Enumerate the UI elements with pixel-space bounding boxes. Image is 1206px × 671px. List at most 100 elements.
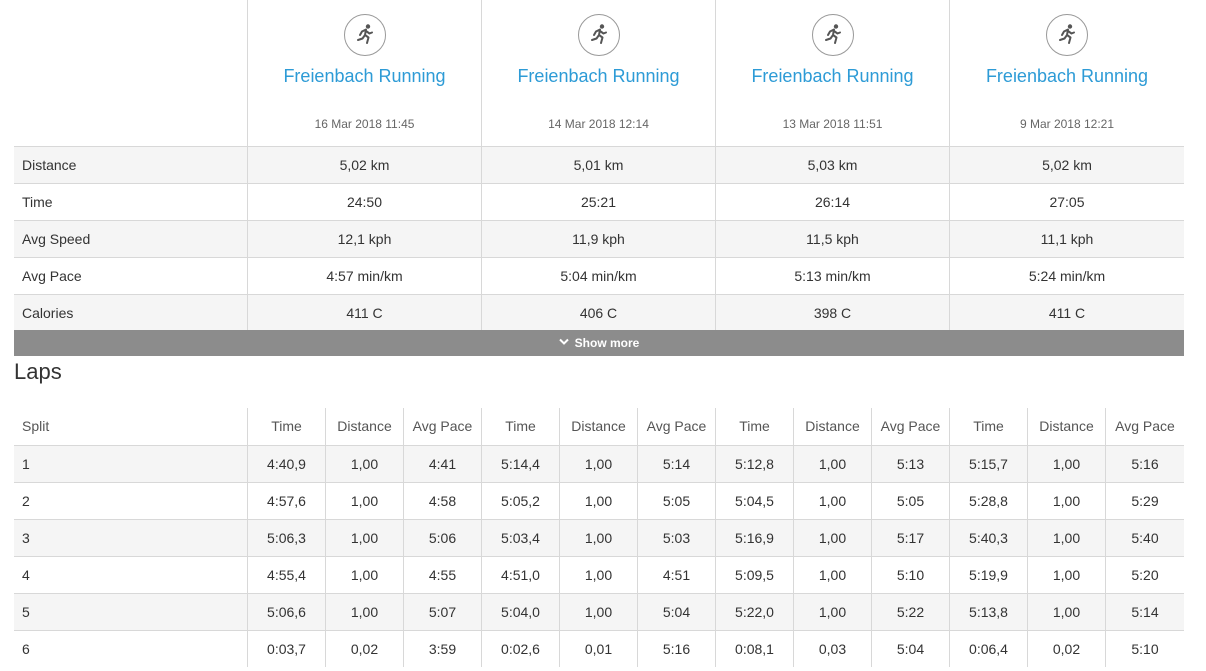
lap-time: 4:55,4 (248, 557, 326, 593)
row-value: 411 C (1048, 305, 1086, 321)
running-icon (343, 14, 386, 56)
activity-column-1: Freienbach Running 16 Mar 2018 11:45 (248, 0, 482, 146)
row-value: 5:13 min/km (716, 258, 950, 294)
lap-time: 4:51,0 (482, 557, 560, 593)
laps-heading: Laps (14, 359, 62, 384)
lap-avg-pace: 5:07 (404, 594, 482, 630)
lap-distance: 1,00 (560, 446, 638, 482)
lap-avg-pace: 5:05 (872, 483, 950, 519)
lap-distance: 1,00 (560, 594, 638, 630)
show-more-button[interactable]: Show more (14, 330, 1184, 356)
row-value: 5,02 km (248, 147, 482, 183)
row-value: 11,5 kph (716, 221, 950, 257)
header-distance: Distance (326, 408, 404, 445)
lap-avg-pace: 5:03 (638, 520, 716, 556)
split-number: 3 (14, 520, 248, 556)
row-value: 11,1 kph (1040, 231, 1094, 247)
activity-title-link[interactable]: Freienbach Running (950, 66, 1184, 87)
row-value: 5:04 min/km (482, 258, 716, 294)
lap-avg-pace: 5:16 (1131, 456, 1159, 472)
lap-distance: 0,03 (794, 631, 872, 667)
chevron-down-icon (558, 338, 569, 349)
activity-date: 16 Mar 2018 11:45 (314, 117, 415, 131)
lap-avg-pace: 4:58 (404, 483, 482, 519)
activity-title-link[interactable]: Freienbach Running (716, 66, 949, 87)
table-row: 5 5:06,6 1,00 5:07 5:04,0 1,00 5:04 5:22,0 1,00 5… (14, 593, 1184, 630)
lap-time: 5:04,5 (716, 483, 794, 519)
lap-avg-pace: 5:20 (1131, 567, 1159, 583)
row-value: 398 C (716, 295, 950, 331)
summary-rows: Distance 5,02 km 5,01 km 5,03 km 5,02 km… (14, 146, 1184, 331)
row-value: 411 C (248, 295, 482, 331)
lap-avg-pace: 4:41 (404, 446, 482, 482)
activity-title-link[interactable]: Freienbach Running (482, 66, 715, 87)
lap-distance: 1,00 (794, 557, 872, 593)
lap-distance: 1,00 (1028, 483, 1106, 519)
activity-column-2: Freienbach Running 14 Mar 2018 12:14 (482, 0, 716, 146)
show-more-label: Show more (574, 336, 640, 350)
lap-time: 5:14,4 (482, 446, 560, 482)
header-avg-pace: Avg Pace (1115, 418, 1175, 434)
running-icon (577, 14, 620, 56)
lap-avg-pace: 5:14 (1131, 604, 1159, 620)
row-value: 25:21 (482, 184, 716, 220)
lap-distance: 0,02 (1028, 631, 1106, 667)
lap-time: 5:15,7 (950, 446, 1028, 482)
lap-time: 5:13,8 (950, 594, 1028, 630)
lap-time: 4:40,9 (248, 446, 326, 482)
lap-avg-pace: 5:22 (872, 594, 950, 630)
lap-distance: 0,01 (560, 631, 638, 667)
header-time: Time (248, 408, 326, 445)
row-value: 5,03 km (716, 147, 950, 183)
lap-avg-pace: 5:10 (872, 557, 950, 593)
summary-row-time: Time 24:50 25:21 26:14 27:05 (14, 183, 1184, 220)
lap-avg-pace: 5:10 (1131, 641, 1159, 657)
lap-distance: 1,00 (326, 483, 404, 519)
lap-avg-pace: 5:06 (404, 520, 482, 556)
lap-avg-pace: 5:13 (872, 446, 950, 482)
lap-avg-pace: 5:40 (1131, 530, 1159, 546)
activity-column-3: Freienbach Running 13 Mar 2018 11:51 (716, 0, 950, 146)
lap-time: 5:19,9 (950, 557, 1028, 593)
lap-distance: 1,00 (326, 520, 404, 556)
row-value: 5,02 km (1042, 157, 1092, 173)
row-value: 5:24 min/km (1028, 268, 1106, 284)
header-label-cell (14, 0, 248, 146)
lap-time: 0:03,7 (248, 631, 326, 667)
lap-distance: 1,00 (1028, 520, 1106, 556)
activity-title-link[interactable]: Freienbach Running (248, 66, 481, 87)
lap-avg-pace: 5:16 (638, 631, 716, 667)
row-value: 11,9 kph (482, 221, 716, 257)
header-time: Time (716, 408, 794, 445)
table-row: 6 0:03,7 0,02 3:59 0:02,6 0,01 5:16 0:08,1 0,03 5… (14, 630, 1184, 667)
row-value: 5,01 km (482, 147, 716, 183)
lap-time: 5:05,2 (482, 483, 560, 519)
lap-time: 5:06,6 (248, 594, 326, 630)
header-time: Time (482, 408, 560, 445)
table-row: 1 4:40,9 1,00 4:41 5:14,4 1,00 5:14 5:12,8 1,00 5… (14, 445, 1184, 482)
header-time: Time (950, 408, 1028, 445)
header-distance: Distance (560, 408, 638, 445)
row-value: 406 C (482, 295, 716, 331)
lap-avg-pace: 5:04 (872, 631, 950, 667)
lap-avg-pace: 5:05 (638, 483, 716, 519)
lap-distance: 1,00 (1028, 446, 1106, 482)
lap-avg-pace: 4:51 (638, 557, 716, 593)
header-split: Split (14, 408, 248, 445)
split-number: 5 (14, 594, 248, 630)
summary-row-calories: Calories 411 C 406 C 398 C 411 C (14, 294, 1184, 331)
row-value: 27:05 (1049, 194, 1085, 210)
laps-table: Split Time Distance Avg Pace Time Distan… (14, 408, 1184, 667)
running-icon (1046, 14, 1088, 56)
split-number: 1 (14, 446, 248, 482)
lap-time: 0:02,6 (482, 631, 560, 667)
lap-avg-pace: 5:29 (1131, 493, 1159, 509)
table-row: 3 5:06,3 1,00 5:06 5:03,4 1,00 5:03 5:16,9 1,00 5… (14, 519, 1184, 556)
row-value: 26:14 (716, 184, 950, 220)
lap-time: 5:40,3 (950, 520, 1028, 556)
lap-distance: 1,00 (560, 483, 638, 519)
summary-row-avg-speed: Avg Speed 12,1 kph 11,9 kph 11,5 kph 11,… (14, 220, 1184, 257)
split-number: 6 (14, 631, 248, 667)
lap-time: 5:12,8 (716, 446, 794, 482)
activity-column-4: Freienbach Running 9 Mar 2018 12:21 (950, 0, 1184, 146)
